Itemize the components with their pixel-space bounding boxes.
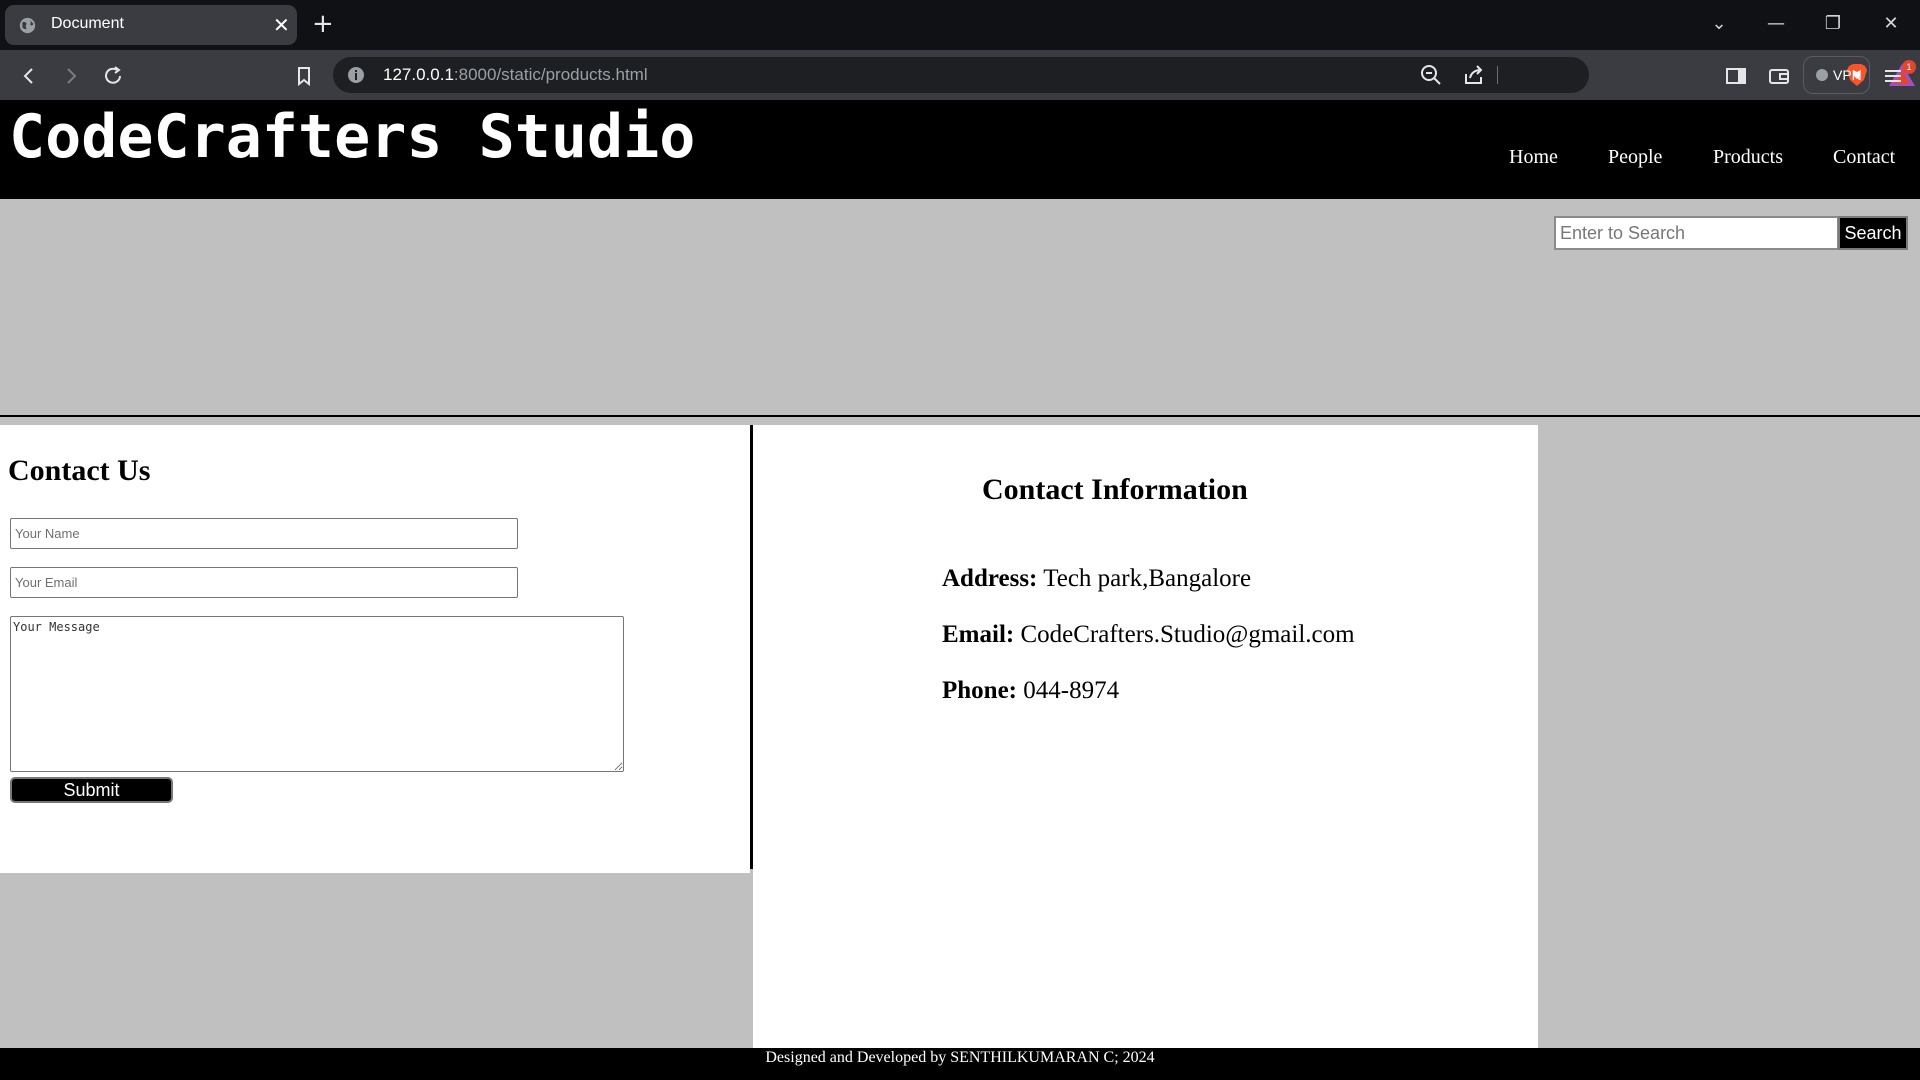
nav-contact[interactable]: Contact [1833, 145, 1895, 169]
submit-button[interactable]: Submit [10, 777, 173, 803]
url-path: :8000/static/products.html [453, 65, 648, 84]
browser-tab[interactable]: Document ✕ [5, 5, 297, 45]
url-text: 127.0.0.1:8000/static/products.html [383, 65, 648, 85]
url-host: 127.0.0.1 [383, 65, 454, 84]
address-label: Address: [942, 565, 1038, 592]
zoom-icon[interactable] [1418, 62, 1444, 88]
phone-value: 044-8974 [1023, 677, 1120, 704]
close-window-icon[interactable]: ✕ [1875, 10, 1907, 38]
site-info-icon[interactable] [343, 62, 369, 88]
footer-credit: Designed and Developed by SENTHILKUMARAN… [765, 1049, 1155, 1066]
nav-home[interactable]: Home [1509, 145, 1558, 169]
email-row: Email: CodeCrafters.Studio@gmail.com [942, 621, 1355, 649]
contact-information-heading: Contact Information [982, 473, 1248, 506]
sidebar-toggle-icon[interactable] [1723, 63, 1749, 89]
restore-window-icon[interactable]: ❐ [1817, 10, 1849, 38]
address-bar[interactable]: 127.0.0.1:8000/static/products.html 1 [333, 57, 1916, 93]
phone-row: Phone: 044-8974 [942, 677, 1119, 705]
share-icon[interactable] [1461, 62, 1487, 88]
phone-label: Phone: [942, 677, 1017, 704]
search-button[interactable]: Search [1838, 216, 1908, 250]
contact-info-panel-extension [795, 869, 1538, 1048]
address-row: Address: Tech park,Bangalore [942, 565, 1251, 593]
new-tab-button[interactable]: + [312, 8, 334, 40]
contact-us-heading: Contact Us [8, 454, 151, 487]
forward-arrow-icon[interactable] [58, 63, 84, 89]
close-tab-icon[interactable]: ✕ [273, 13, 290, 37]
tab-search-chevron-icon[interactable]: ⌄ [1703, 10, 1735, 38]
email-field[interactable] [10, 567, 518, 598]
bookmark-icon[interactable] [291, 63, 317, 89]
vpn-status-icon [1816, 69, 1828, 81]
browser-toolbar: 127.0.0.1:8000/static/products.html 1 VP… [0, 50, 1920, 100]
wallet-icon[interactable] [1766, 63, 1792, 89]
browser-tab-bar: Document ✕ + ⌄ — ❐ ✕ [0, 0, 1920, 50]
site-brand: CodeCrafters Studio [9, 102, 696, 172]
omnibox-separator [1497, 66, 1498, 84]
reload-icon[interactable] [100, 63, 126, 89]
minimize-window-icon[interactable]: — [1760, 10, 1792, 38]
hamburger-menu-icon[interactable] [1880, 63, 1906, 89]
globe-icon [19, 17, 36, 34]
tab-title: Document [51, 15, 124, 32]
back-arrow-icon[interactable] [16, 63, 42, 89]
horizontal-rule [0, 415, 1920, 417]
search-input[interactable] [1554, 216, 1839, 250]
name-field[interactable] [10, 518, 518, 549]
nav-people[interactable]: People [1608, 145, 1662, 169]
message-textarea[interactable] [10, 616, 624, 772]
email-value: CodeCrafters.Studio@gmail.com [1020, 621, 1355, 648]
vpn-button[interactable]: VPN [1803, 56, 1870, 94]
vpn-label: VPN [1833, 67, 1862, 83]
address-value: Tech park,Bangalore [1043, 565, 1252, 592]
nav-products[interactable]: Products [1713, 145, 1783, 169]
email-label: Email: [942, 621, 1015, 648]
site-footer: Designed and Developed by SENTHILKUMARAN… [0, 1048, 1920, 1080]
site-header: CodeCrafters Studio Home People Products… [0, 100, 1920, 199]
